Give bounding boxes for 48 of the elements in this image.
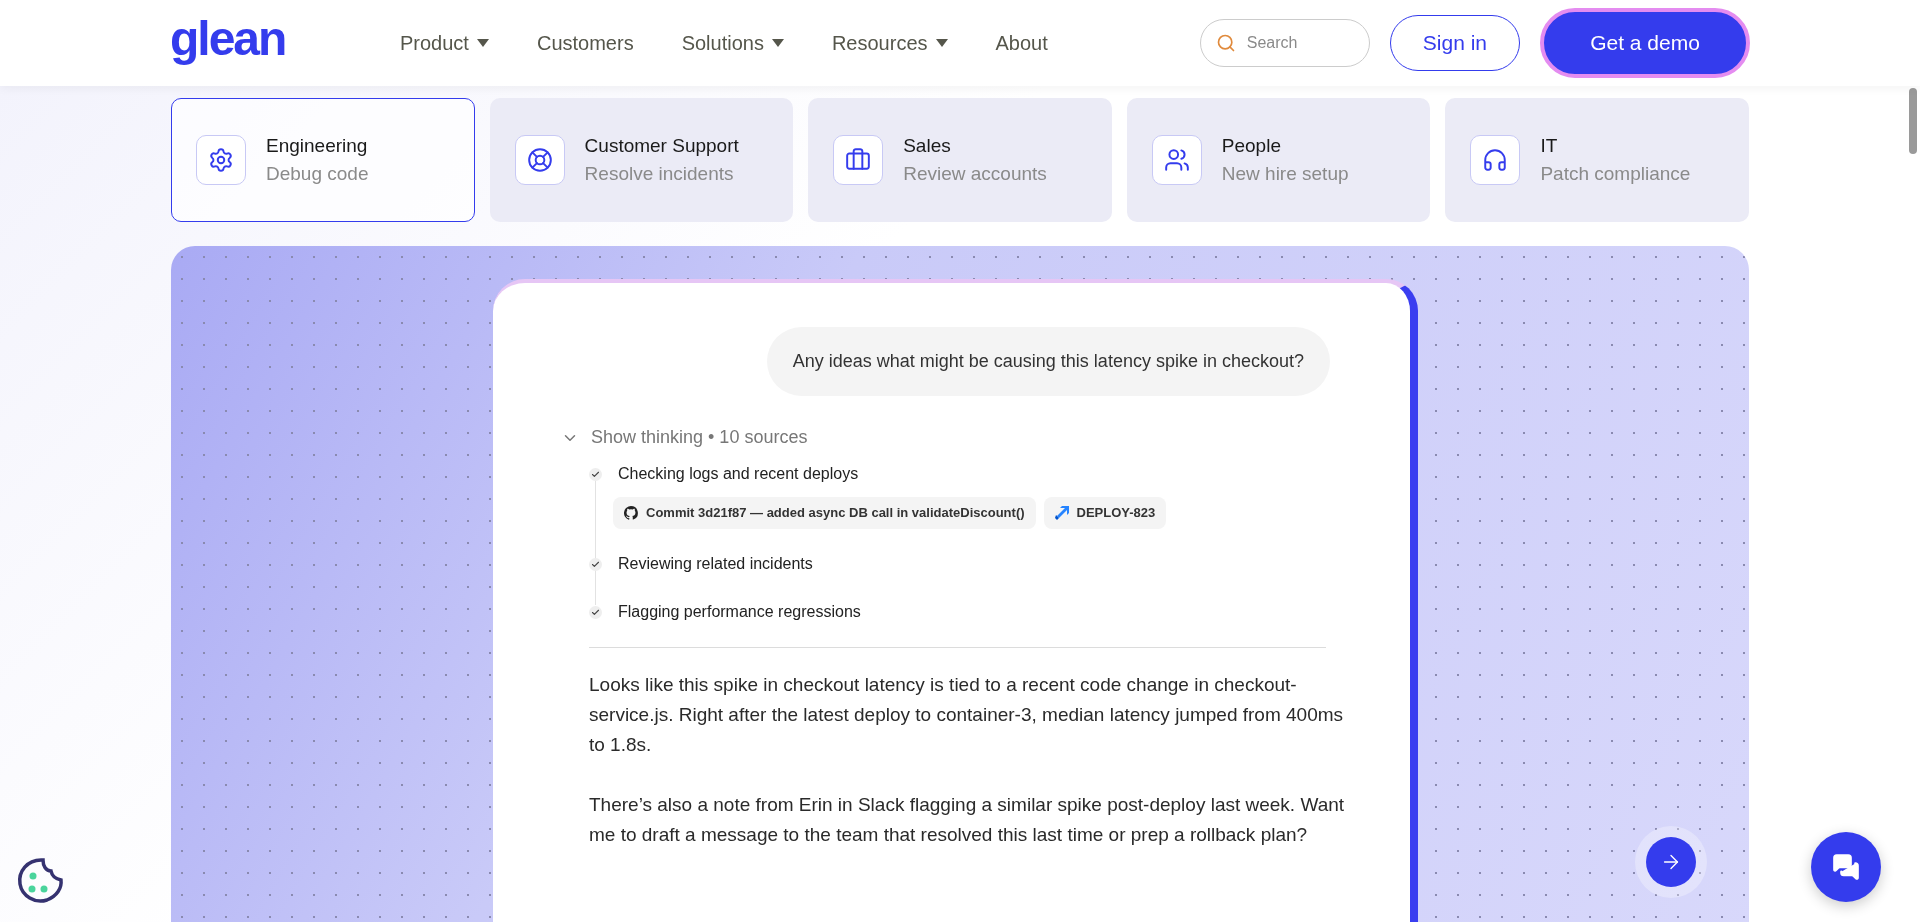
use-case-tab[interactable]: People New hire setup [1126,98,1431,222]
nav-link[interactable]: About [995,28,1048,58]
gear-icon [208,147,234,173]
search-icon [1215,33,1236,53]
answer-paragraph: There’s also a note from Erin in Slack flagging a similar spike post-deploy last week. Want me to draft a message to the team that resolved this last time or prep a rollback plan? [589,793,1346,847]
nav-link[interactable]: Resources [831,28,948,58]
lifebuoy-icon [526,147,553,173]
use-case-subtitle: Debug code [266,162,369,186]
people-icon [1163,147,1190,173]
use-case-tab[interactable]: Engineering Debug code [171,98,475,222]
caret-icon [935,39,948,47]
use-case-title: Customer Support [584,133,739,158]
use-case-title: Sales [903,133,952,158]
use-case-title: People [1221,133,1282,158]
search-field[interactable]: Search [1199,19,1370,67]
scrollbar-thumb[interactable] [1909,88,1917,154]
nav-link[interactable]: Customers [536,28,634,58]
chat-launcher-button[interactable] [1811,832,1881,902]
use-case-tab[interactable]: Customer Support Resolve incidents [489,98,794,222]
thinking-toggle[interactable]: Show thinking • 10 sources [591,424,808,451]
use-case-title: Engineering [266,133,369,158]
use-case-subtitle: Review accounts [903,162,1047,186]
thinking-step: Checking logs and recent deploys [618,462,859,486]
source-chip[interactable]: DEPLOY-823 [1043,497,1167,529]
use-case-subtitle: Resolve incidents [584,162,735,186]
logo[interactable]: glean [170,15,400,63]
briefcase-icon [845,147,872,173]
thinking-step: Reviewing related incidents [618,552,813,576]
get-demo-button[interactable]: Get a demo [1540,8,1750,78]
use-case-subtitle: New hire setup [1221,162,1349,186]
use-case-tab[interactable]: Sales Review accounts [808,98,1112,222]
chat-bubbles-icon [1832,853,1860,881]
use-case-subtitle: Patch compliance [1540,162,1691,186]
sign-in-button[interactable]: Sign in [1389,15,1520,71]
caret-icon [771,39,784,47]
cookie-icon[interactable] [15,856,65,906]
answer-paragraph: Looks like this spike in checkout latency is tied to a recent code change in checkout-service.js. Right after the latest deploy to container-3, median latency jumped from 400ms to 1.8s. [589,673,1345,757]
user-message: Any ideas what might be causing this latency spike in checkout? [766,327,1330,396]
headset-icon [1482,147,1509,173]
github-icon [624,506,638,520]
stacked-arrows-icon [1054,506,1069,520]
source-chip[interactable]: Commit 3d21f87 — added async DB call in validateDiscount() [613,497,1036,529]
use-case-title: IT [1540,133,1559,158]
caret-icon [476,39,489,47]
nav-link[interactable]: Product [400,28,489,58]
nav-link[interactable]: Solutions [681,28,784,58]
use-case-tab[interactable]: IT Patch compliance [1445,98,1749,222]
thinking-step: Flagging performance regressions [618,600,861,624]
